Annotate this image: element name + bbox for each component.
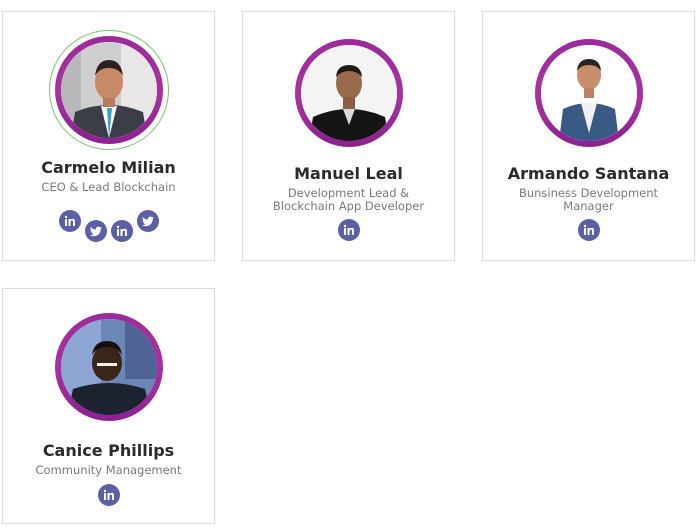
team-card-canice-phillips: Canice Phillips Community Management bbox=[2, 288, 215, 524]
member-role-line-2: Blockchain App Developer bbox=[272, 199, 425, 213]
member-name: Manuel Leal bbox=[294, 164, 403, 183]
team-card-armando-santana: Armando Santana Bunsiness Development Ma… bbox=[482, 11, 695, 261]
member-role: CEO & Lead Blockchain bbox=[41, 180, 176, 194]
linkedin-icon[interactable] bbox=[111, 220, 133, 242]
team-card-carmelo-milian: Carmelo Milian CEO & Lead Blockchain bbox=[2, 11, 215, 261]
avatar bbox=[541, 45, 637, 141]
linkedin-icon[interactable] bbox=[338, 219, 360, 241]
member-name: Armando Santana bbox=[507, 164, 670, 183]
member-name: Canice Phillips bbox=[42, 441, 175, 460]
member-role-line-2: Manager bbox=[563, 199, 614, 213]
avatar bbox=[61, 42, 157, 138]
member-role: Community Management bbox=[35, 463, 182, 477]
avatar bbox=[61, 319, 157, 415]
team-card-manuel-leal: Manuel Leal Development Lead & Blockchai… bbox=[242, 11, 455, 261]
linkedin-icon[interactable] bbox=[98, 484, 120, 506]
twitter-icon[interactable] bbox=[137, 210, 159, 232]
twitter-icon[interactable] bbox=[85, 220, 107, 242]
linkedin-icon[interactable] bbox=[59, 210, 81, 232]
avatar bbox=[301, 45, 397, 141]
member-name: Carmelo Milian bbox=[41, 158, 176, 177]
linkedin-icon[interactable] bbox=[578, 219, 600, 241]
